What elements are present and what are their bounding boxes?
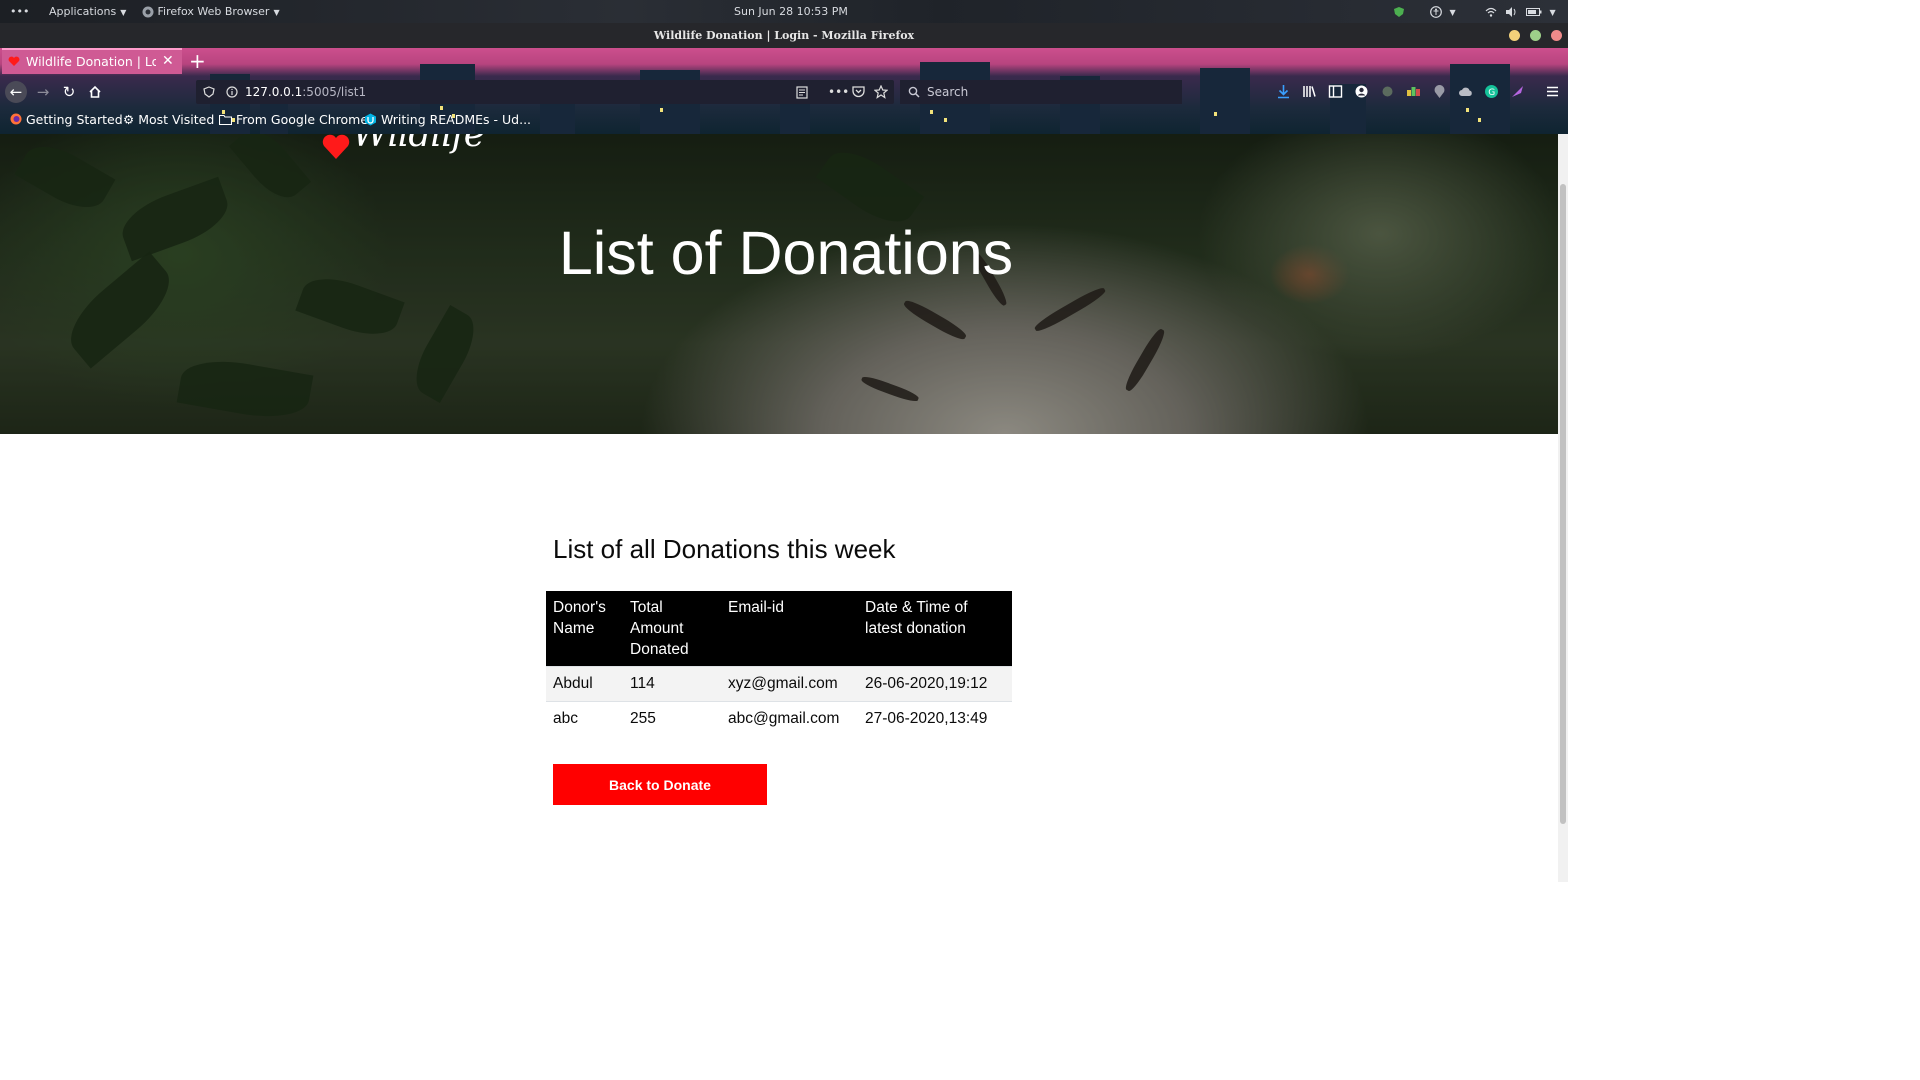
cell-donor-name: Abdul xyxy=(546,666,623,702)
table-row: abc 255 abc@gmail.com 27-06-2020,13:49 xyxy=(546,701,1012,736)
reload-icon: ↻ xyxy=(62,83,76,101)
extension-icon[interactable] xyxy=(1406,84,1421,99)
cell-amount: 255 xyxy=(623,701,721,736)
sidebar-icon[interactable] xyxy=(1328,84,1343,99)
home-icon xyxy=(89,85,101,98)
window-title: Wildlife Donation | Login - Mozilla Fire… xyxy=(653,29,915,42)
wifi-icon[interactable] xyxy=(1485,0,1497,23)
svg-text:G: G xyxy=(1488,88,1495,98)
cell-donor-name: abc xyxy=(546,701,623,736)
back-to-donate-button[interactable]: Back to Donate xyxy=(553,764,767,805)
cell-email: abc@gmail.com xyxy=(721,701,858,736)
top-panel: ••• Applications ▼ Firefox Web Browser ▼ S… xyxy=(0,0,1568,23)
bookmark-writing-readmes[interactable]: Writing READMEs - Ud... xyxy=(364,110,531,130)
arrow-left-icon: ← xyxy=(9,83,23,101)
table-header-row: Donor's Name Total Amount Donated Email-… xyxy=(546,591,1012,667)
maximize-button[interactable] xyxy=(1530,30,1541,41)
battery-icon[interactable]: ▼ xyxy=(1526,0,1556,24)
site-logo[interactable]: Wildlife xyxy=(352,134,485,155)
window-title-bar[interactable]: Wildlife Donation | Login - Mozilla Fire… xyxy=(0,23,1568,48)
reader-view-icon[interactable] xyxy=(796,86,808,99)
activities-menu[interactable]: ••• xyxy=(10,0,29,23)
grammarly-icon[interactable]: G xyxy=(1484,84,1499,99)
menu-icon[interactable] xyxy=(1545,84,1560,99)
donations-table: Donor's Name Total Amount Donated Email-… xyxy=(546,591,1012,736)
chevron-down-icon: ▼ xyxy=(1449,8,1456,17)
cell-date-time: 26-06-2020,19:12 xyxy=(858,666,1012,702)
search-placeholder: Search xyxy=(927,85,969,99)
firefox-icon xyxy=(142,6,154,18)
url-text[interactable]: 127.0.0.1:5005/list1 xyxy=(245,80,366,104)
tracking-shield-icon[interactable] xyxy=(203,86,215,98)
column-header-date-time: Date & Time of latest donation xyxy=(858,591,1012,667)
url-bar[interactable]: 127.0.0.1:5005/list1 ••• xyxy=(196,80,894,104)
table-row: Abdul 114 xyz@gmail.com 26-06-2020,19:12 xyxy=(546,666,1012,702)
shield-icon[interactable] xyxy=(1393,0,1405,23)
extension-icon[interactable] xyxy=(1432,84,1447,99)
scrollbar-thumb[interactable] xyxy=(1560,184,1566,824)
bookmark-label: Getting Started xyxy=(25,112,123,127)
url-host: 127.0.0.1 xyxy=(245,85,303,99)
reload-button[interactable]: ↻ xyxy=(59,82,79,102)
cell-amount: 114 xyxy=(623,666,721,702)
volume-icon[interactable] xyxy=(1505,0,1517,23)
udacity-icon xyxy=(365,113,376,126)
bookmark-getting-started[interactable]: Getting Started xyxy=(10,110,123,130)
folder-icon xyxy=(218,114,233,126)
account-icon[interactable] xyxy=(1354,84,1369,99)
applications-label: Applications xyxy=(49,5,117,18)
column-header-total-amount: Total Amount Donated xyxy=(623,591,721,667)
close-tab-icon[interactable]: ✕ xyxy=(162,50,174,73)
column-header-email: Email-id xyxy=(721,591,858,667)
info-icon[interactable] xyxy=(226,86,238,98)
heart-logo-icon xyxy=(322,134,350,159)
cell-date-time: 27-06-2020,13:49 xyxy=(858,701,1012,736)
page-scrollbar[interactable] xyxy=(1558,134,1568,882)
extension-icon[interactable] xyxy=(1380,84,1395,99)
search-icon xyxy=(908,86,920,98)
clock[interactable]: Sun Jun 28 10:53 PM xyxy=(734,0,848,23)
hero-banner: Wildlife List of Donations xyxy=(0,134,1558,434)
home-button[interactable] xyxy=(85,82,105,102)
heart-icon xyxy=(8,56,20,66)
bookmark-folder-from-google-chrome[interactable]: From Google Chrome xyxy=(218,110,369,130)
minimize-button[interactable] xyxy=(1509,30,1520,41)
cell-email: xyz@gmail.com xyxy=(721,666,858,702)
pocket-icon[interactable] xyxy=(852,86,865,98)
chevron-down-icon: ▼ xyxy=(273,8,280,17)
forward-button[interactable]: → xyxy=(33,82,53,102)
active-app-label: Firefox Web Browser xyxy=(157,5,270,18)
chevron-down-icon: ▼ xyxy=(120,8,127,17)
accessibility-icon[interactable]: ▼ xyxy=(1430,0,1456,24)
new-tab-button[interactable]: + xyxy=(189,48,206,74)
page-content: Wildlife List of Donations List of all D… xyxy=(0,134,1558,882)
list-heading: List of all Donations this week xyxy=(553,534,896,564)
close-window-button[interactable] xyxy=(1551,30,1562,41)
bookmark-label: Writing READMEs - Ud... xyxy=(380,112,532,127)
hero-title: List of Donations xyxy=(558,219,1014,287)
back-button[interactable]: ← xyxy=(5,81,27,103)
chevron-down-icon: ▼ xyxy=(1549,8,1556,17)
navigation-toolbar: ← → ↻ 127.0.0.1:5005/list1 ••• Search G xyxy=(0,78,1568,106)
library-icon[interactable] xyxy=(1302,84,1317,99)
bookmark-label: From Google Chrome xyxy=(235,112,369,127)
bookmarks-toolbar: Getting Started ⚙ Most Visited From Goog… xyxy=(0,110,1568,132)
bookmark-label: Most Visited xyxy=(138,112,215,127)
browser-tab[interactable]: Wildlife Donation | Login ✕ xyxy=(2,48,182,74)
arrow-right-icon: → xyxy=(36,83,50,101)
downloads-icon[interactable] xyxy=(1276,84,1291,99)
url-path: :5005/list1 xyxy=(302,85,367,99)
bookmark-most-visited[interactable]: ⚙ Most Visited xyxy=(123,110,214,130)
search-bar[interactable]: Search xyxy=(900,80,1182,104)
page-actions-menu[interactable]: ••• xyxy=(828,80,849,104)
tab-title: Wildlife Donation | Login xyxy=(26,54,156,69)
extension-icon[interactable] xyxy=(1510,84,1525,99)
active-app-menu[interactable]: Firefox Web Browser ▼ xyxy=(142,0,280,24)
firefox-icon xyxy=(10,113,22,125)
applications-menu[interactable]: Applications ▼ xyxy=(49,0,126,24)
column-header-donor-name: Donor's Name xyxy=(546,591,623,667)
bookmark-star-icon[interactable] xyxy=(874,85,888,99)
cloud-icon[interactable] xyxy=(1458,84,1473,99)
gear-icon: ⚙ xyxy=(123,112,135,127)
